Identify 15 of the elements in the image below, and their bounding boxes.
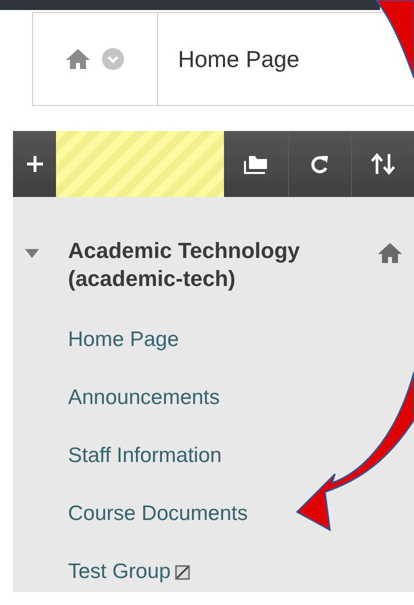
menu-link[interactable]: Announcements bbox=[68, 386, 220, 410]
sort-icon bbox=[370, 152, 396, 176]
plus-icon bbox=[26, 155, 44, 173]
drop-field[interactable] bbox=[56, 131, 224, 197]
menu-link[interactable]: Home Page bbox=[68, 328, 179, 352]
menu-link[interactable]: Test Group bbox=[68, 560, 171, 584]
page-title: Home Page bbox=[177, 46, 300, 72]
home-icon[interactable] bbox=[378, 243, 402, 263]
course-title[interactable]: Academic Technology (academic-tech) bbox=[68, 237, 358, 293]
collapse-triangle-icon[interactable] bbox=[25, 249, 39, 259]
menu-link[interactable]: Course Documents bbox=[68, 502, 248, 526]
menu-link[interactable]: Staff Information bbox=[68, 444, 222, 468]
folder-icon bbox=[243, 153, 270, 175]
refresh-icon bbox=[310, 153, 330, 175]
home-icon[interactable] bbox=[66, 49, 90, 69]
